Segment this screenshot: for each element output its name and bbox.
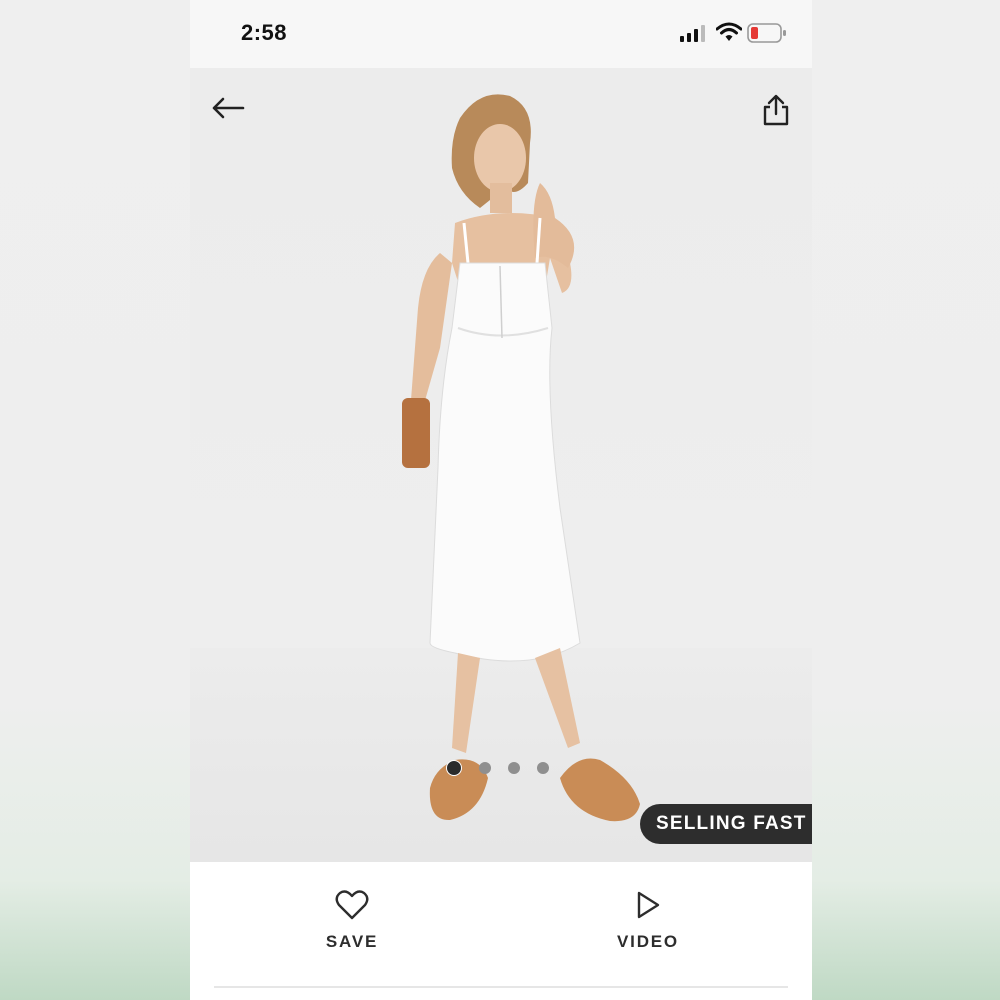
play-icon: [637, 891, 660, 919]
video-label: VIDEO: [617, 932, 679, 951]
gallery-dot[interactable]: [508, 762, 520, 774]
wifi-icon: [716, 22, 742, 41]
status-time: 2:58: [241, 20, 288, 45]
gallery-dot[interactable]: [537, 762, 549, 774]
phone-screen: 2:58 SELLING FAST SAVE VIDEO: [190, 0, 812, 1000]
gallery-dot[interactable]: [479, 762, 491, 774]
video-button[interactable]: VIDEO: [578, 890, 718, 952]
gallery-pagination: [446, 760, 549, 776]
product-image-gallery[interactable]: SELLING FAST: [190, 68, 812, 862]
gallery-dot[interactable]: [446, 760, 462, 776]
status-bar: 2:58: [190, 0, 812, 68]
background-left-blur: [0, 0, 190, 1000]
share-button[interactable]: [756, 90, 796, 130]
battery-low-icon: [747, 23, 786, 43]
heart-icon: [335, 890, 369, 920]
share-icon: [763, 94, 789, 126]
save-label: SAVE: [325, 932, 379, 951]
save-button[interactable]: SAVE: [282, 890, 422, 952]
product-model-image: [402, 94, 640, 822]
selling-fast-badge: SELLING FAST: [640, 804, 812, 844]
back-button[interactable]: [208, 92, 248, 124]
cellular-signal-icon: [680, 25, 705, 42]
background-right-blur: [812, 0, 1000, 1000]
divider: [214, 986, 788, 988]
product-actions-bar: SAVE VIDEO: [190, 862, 812, 1000]
arrow-left-icon: [212, 97, 245, 119]
